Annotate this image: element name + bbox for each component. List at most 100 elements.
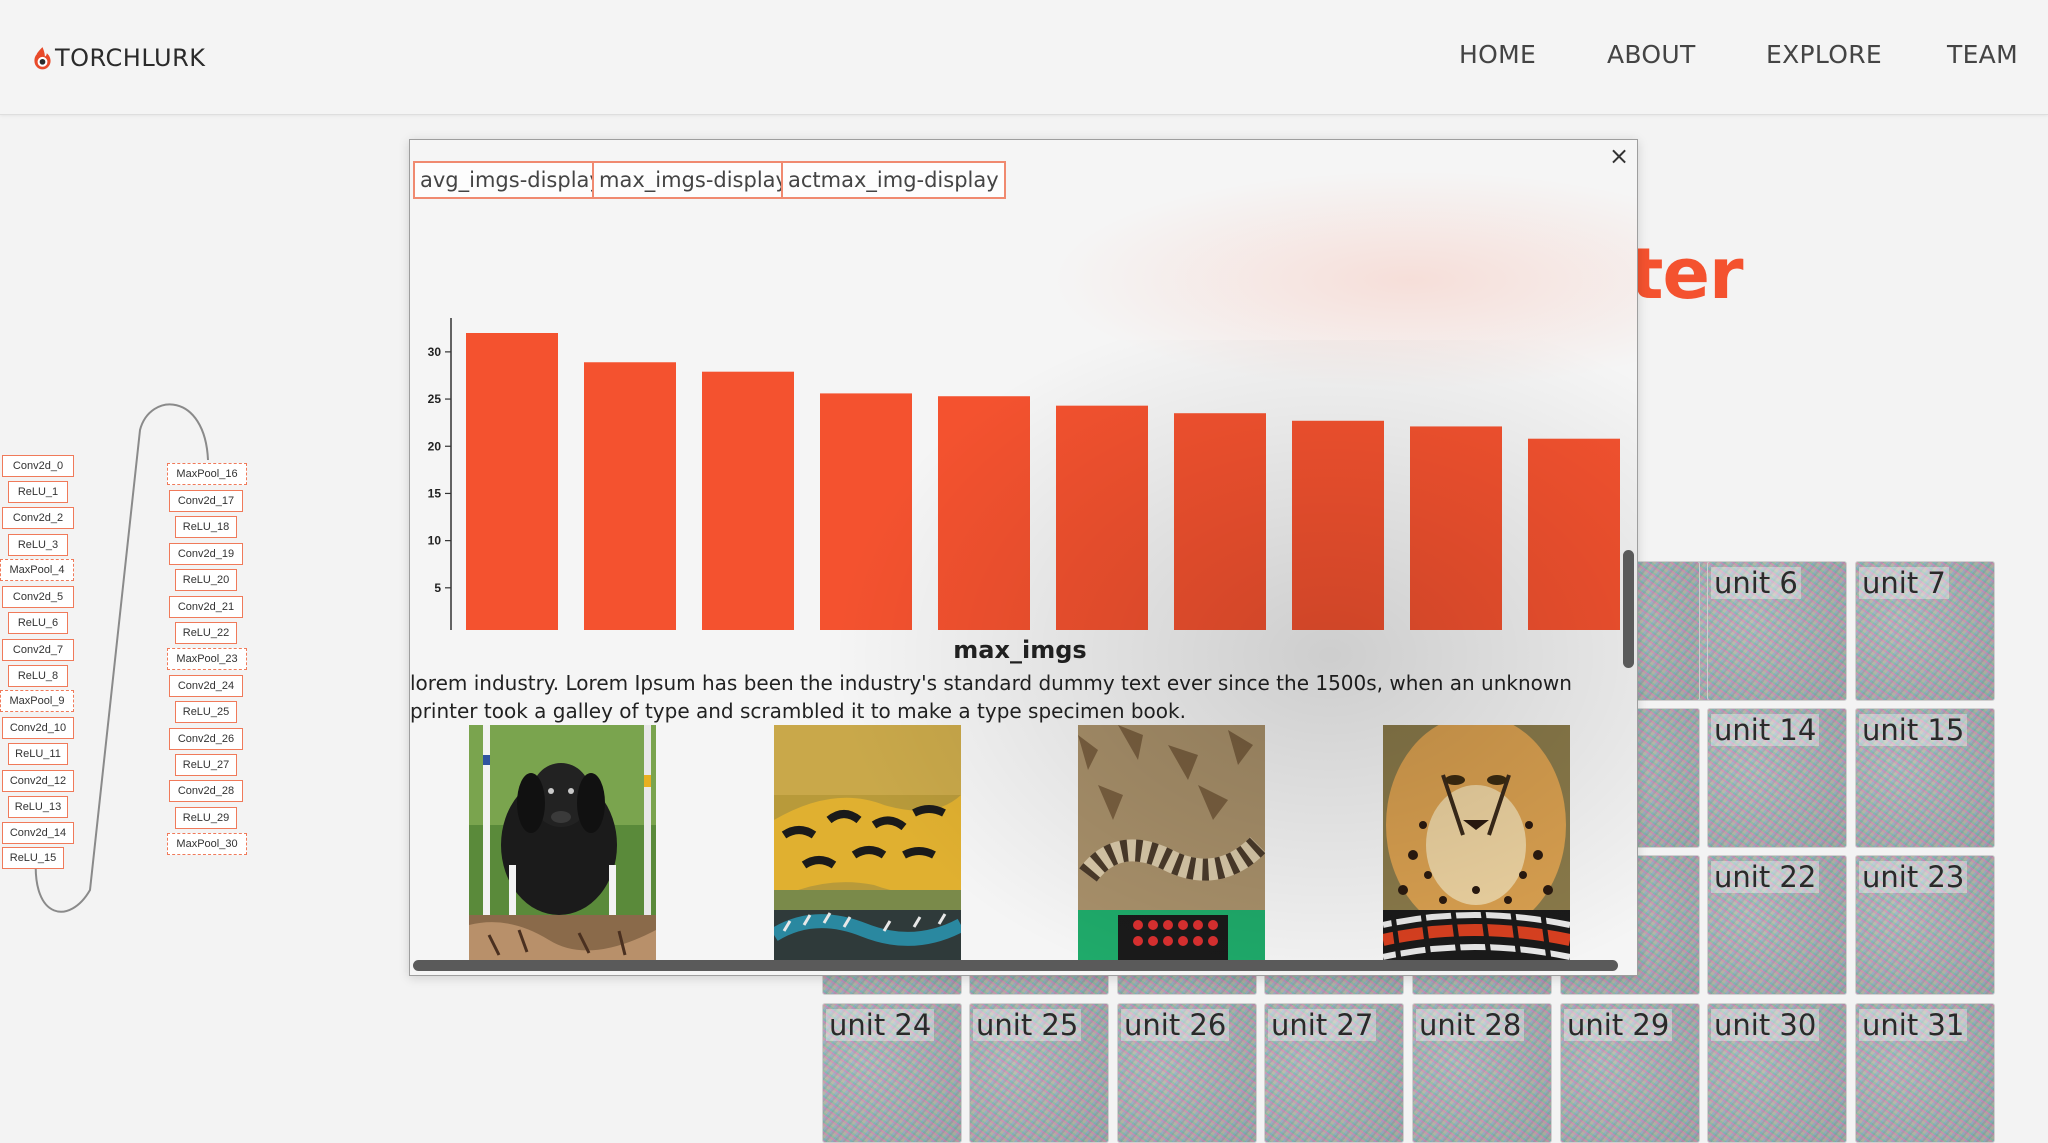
unit-label: unit 23	[1859, 861, 1968, 893]
layer-node[interactable]: Conv2d_17	[169, 490, 243, 512]
unit-detail-modal: × avg_imgs-display max_imgs-display actm…	[409, 139, 1638, 976]
y-tick-label: 15	[428, 486, 442, 500]
unit-label: unit 22	[1711, 861, 1820, 893]
unit-cell[interactable]: unit 22	[1707, 855, 1847, 995]
layer-node[interactable]: ReLU_18	[175, 516, 237, 538]
max-image-snake[interactable]	[1078, 725, 1265, 962]
layer-node[interactable]: ReLU_13	[8, 796, 68, 818]
layer-node[interactable]: Conv2d_0	[2, 455, 74, 477]
unit-cell[interactable]: unit 28	[1412, 1003, 1552, 1143]
close-button[interactable]: ×	[1607, 144, 1631, 168]
layer-node[interactable]: MaxPool_9	[0, 690, 74, 712]
y-tick-label: 30	[428, 345, 442, 359]
page-title: ter	[1630, 233, 1743, 315]
y-tick-label: 20	[428, 439, 442, 453]
layer-node[interactable]: ReLU_22	[175, 622, 237, 644]
tab-avg-imgs-display[interactable]: avg_imgs-display	[413, 161, 609, 199]
layer-node[interactable]: Conv2d_21	[169, 596, 243, 618]
bar	[1528, 438, 1620, 630]
unit-cell[interactable]: unit 6	[1707, 561, 1847, 701]
layer-node[interactable]: ReLU_1	[8, 481, 68, 503]
horizontal-scrollbar[interactable]	[413, 960, 1618, 971]
bar	[938, 396, 1030, 630]
unit-label: unit 15	[1859, 714, 1968, 746]
layer-node[interactable]: Conv2d_7	[2, 639, 74, 661]
layer-node[interactable]: Conv2d_14	[2, 822, 74, 844]
unit-cell[interactable]: unit 23	[1855, 855, 1995, 995]
unit-label: unit 6	[1711, 567, 1801, 599]
layer-node[interactable]: ReLU_29	[175, 807, 237, 829]
bar-chart: 051015202530jaguarking_snakeGila_monster…	[428, 318, 1620, 630]
unit-cell[interactable]: unit 25	[969, 1003, 1109, 1143]
unit-cell[interactable]: unit 15	[1855, 708, 1995, 848]
unit-label: unit 28	[1416, 1009, 1525, 1041]
brand-name: TORCHLURK	[55, 44, 206, 72]
layer-node[interactable]: Conv2d_19	[169, 543, 243, 565]
unit-cell[interactable]: unit 31	[1855, 1003, 1995, 1143]
nav-about[interactable]: ABOUT	[1607, 40, 1696, 69]
layer-node[interactable]: ReLU_3	[8, 534, 68, 556]
layer-node[interactable]: Conv2d_10	[2, 717, 74, 739]
bar	[466, 333, 558, 630]
flame-logo-icon	[34, 46, 51, 69]
y-tick-label: 10	[428, 534, 442, 548]
bar	[1292, 420, 1384, 630]
unit-cell[interactable]: unit 24	[822, 1003, 962, 1143]
layer-node[interactable]: ReLU_11	[8, 743, 68, 765]
layer-node[interactable]: ReLU_15	[2, 847, 64, 869]
bar	[1174, 413, 1266, 630]
unit-label: unit 7	[1859, 567, 1949, 599]
unit-cell[interactable]: unit 14	[1707, 708, 1847, 848]
unit-label: unit 29	[1564, 1009, 1673, 1041]
bar	[584, 362, 676, 630]
layer-node[interactable]: MaxPool_4	[0, 559, 74, 581]
layer-graph: Conv2d_0 ReLU_1 Conv2d_2 ReLU_3 MaxPool_4 Con…	[0, 400, 260, 960]
y-tick-label: 0	[434, 628, 441, 630]
unit-cell[interactable]: unit 7	[1855, 561, 1995, 701]
layer-node[interactable]: Conv2d_28	[169, 780, 243, 802]
unit-cell[interactable]: unit 27	[1264, 1003, 1404, 1143]
y-tick-label: 25	[428, 392, 442, 406]
unit-cell[interactable]: unit 30	[1707, 1003, 1847, 1143]
layer-node[interactable]: ReLU_25	[175, 701, 237, 723]
unit-cell[interactable]: unit 29	[1560, 1003, 1700, 1143]
y-tick-label: 5	[434, 581, 441, 595]
layer-node[interactable]: Conv2d_24	[169, 675, 243, 697]
max-image-cheetah[interactable]	[1383, 725, 1570, 962]
nav-home[interactable]: HOME	[1459, 40, 1536, 69]
description-text: lorem industry. Lorem Ipsum has been the…	[410, 671, 1572, 723]
tab-actmax-img-display[interactable]: actmax_img-display	[781, 161, 1006, 199]
layer-node[interactable]: ReLU_8	[8, 665, 68, 687]
layer-node[interactable]: Conv2d_26	[169, 728, 243, 750]
max-image-gila-monster[interactable]	[774, 725, 961, 962]
max-image-dog[interactable]	[469, 725, 656, 962]
layer-node[interactable]: MaxPool_16	[167, 463, 247, 485]
nav-team[interactable]: TEAM	[1947, 40, 2018, 69]
layer-node[interactable]: Conv2d_5	[2, 586, 74, 608]
vertical-scrollbar[interactable]	[1623, 550, 1634, 668]
layer-node[interactable]: Conv2d_2	[2, 507, 74, 529]
unit-label: unit 30	[1711, 1009, 1820, 1041]
bar	[820, 393, 912, 630]
layer-node[interactable]: Conv2d_12	[2, 770, 74, 792]
brand[interactable]: TORCHLURK	[33, 43, 206, 73]
layer-node[interactable]: MaxPool_30	[167, 833, 247, 855]
navbar: TORCHLURK HOME ABOUT EXPLORE TEAM	[0, 0, 2048, 115]
layer-node[interactable]: ReLU_20	[175, 569, 237, 591]
unit-label: unit 24	[826, 1009, 935, 1041]
unit-label: unit 14	[1711, 714, 1820, 746]
layer-node[interactable]: ReLU_6	[8, 612, 68, 634]
tab-max-imgs-display[interactable]: max_imgs-display	[592, 161, 795, 199]
section-title: max_imgs	[953, 636, 1087, 664]
bar	[702, 371, 794, 630]
unit-label: unit 31	[1859, 1009, 1968, 1041]
unit-label: unit 27	[1268, 1009, 1377, 1041]
layer-node[interactable]: ReLU_27	[175, 754, 237, 776]
bar	[1410, 426, 1502, 630]
layer-node[interactable]: MaxPool_23	[167, 648, 247, 670]
unit-label: unit 25	[973, 1009, 1082, 1041]
nav-explore[interactable]: EXPLORE	[1766, 40, 1882, 69]
unit-label: unit 26	[1121, 1009, 1230, 1041]
bar	[1056, 405, 1148, 630]
unit-cell[interactable]: unit 26	[1117, 1003, 1257, 1143]
